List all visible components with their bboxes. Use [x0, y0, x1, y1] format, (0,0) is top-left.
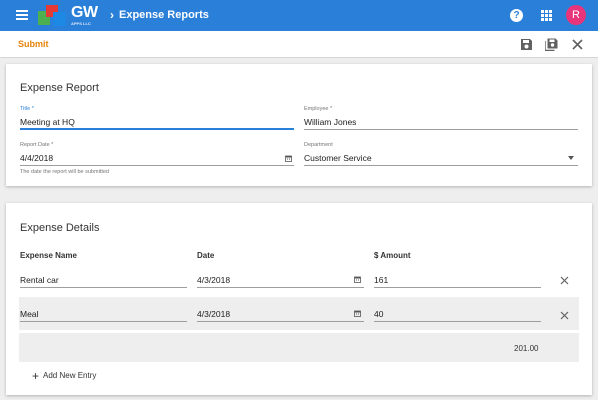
card-title: Expense Details — [20, 222, 100, 234]
department-field-label: Department — [304, 142, 333, 148]
save-icon[interactable] — [520, 38, 533, 51]
employee-field-label: Employee * — [304, 106, 333, 112]
calendar-icon[interactable] — [354, 310, 361, 317]
total-row — [19, 333, 579, 362]
logo-text: GW — [71, 4, 98, 21]
close-icon[interactable] — [571, 38, 584, 51]
expense-amount-input[interactable]: 161 — [374, 273, 541, 289]
employee-field-underline — [304, 129, 578, 130]
app-bar: GW APPS LLC › Expense Reports ? R — [0, 0, 598, 31]
expense-name-value: Meal — [20, 309, 39, 319]
toolbar: Submit — [0, 31, 598, 58]
expense-date-underline — [197, 287, 364, 288]
save-copy-icon[interactable] — [545, 38, 558, 51]
breadcrumb-chevron-icon: › — [110, 8, 114, 22]
expense-amount-underline — [374, 287, 541, 288]
column-header-amount: $ Amount — [374, 251, 411, 260]
title-field-label: Title * — [20, 106, 34, 112]
delete-row-icon[interactable] — [560, 276, 569, 285]
apps-grid-icon[interactable] — [541, 10, 552, 21]
expense-report-card: Expense Report Title * Meeting at HQ Emp… — [6, 64, 592, 186]
plus-icon: + — [32, 369, 40, 383]
title-field-underline — [20, 128, 294, 130]
expense-date-input[interactable]: 4/3/2018 — [197, 273, 364, 289]
add-entry-label: Add New Entry — [43, 371, 97, 380]
department-field-value: Customer Service — [304, 153, 372, 163]
expense-name-underline — [20, 287, 187, 288]
report-date-field[interactable]: Report Date * 4/4/2018 — [20, 142, 294, 167]
column-header-expense-name: Expense Name — [20, 251, 77, 260]
calendar-icon[interactable] — [285, 155, 292, 162]
expense-date-input[interactable]: 4/3/2018 — [197, 307, 364, 323]
report-date-field-value: 4/4/2018 — [20, 153, 54, 163]
add-entry-button[interactable]: + Add New Entry — [32, 369, 96, 383]
employee-field[interactable]: Employee * William Jones — [304, 106, 578, 131]
menu-icon[interactable] — [16, 10, 28, 20]
report-date-field-underline — [20, 165, 294, 166]
expense-amount-input[interactable]: 40 — [374, 307, 541, 323]
department-field-underline — [304, 165, 578, 166]
expense-details-card: Expense Details Expense Name Date $ Amou… — [6, 203, 592, 395]
breadcrumb-title[interactable]: Expense Reports — [119, 9, 209, 21]
expense-date-value: 4/3/2018 — [197, 275, 231, 285]
title-field[interactable]: Title * Meeting at HQ — [20, 106, 294, 131]
total-amount: 201.00 — [514, 344, 539, 353]
expense-amount-underline — [374, 321, 541, 322]
expense-date-underline — [197, 321, 364, 322]
logo-subtext: APPS LLC — [71, 21, 91, 26]
department-field[interactable]: Department Customer Service — [304, 142, 578, 167]
title-field-value: Meeting at HQ — [20, 117, 75, 127]
expense-amount-value: 161 — [374, 275, 389, 285]
card-title: Expense Report — [20, 82, 99, 94]
report-date-field-label: Report Date * — [20, 142, 54, 148]
gw-logo-icon — [38, 5, 66, 26]
delete-row-icon[interactable] — [560, 311, 569, 320]
expense-name-input[interactable]: Meal — [20, 307, 187, 323]
submit-button[interactable]: Submit — [18, 39, 49, 49]
employee-field-value: William Jones — [304, 117, 357, 127]
expense-name-value: Rental car — [20, 275, 59, 285]
expense-name-input[interactable]: Rental car — [20, 273, 187, 289]
column-header-date: Date — [197, 251, 215, 260]
expense-date-value: 4/3/2018 — [197, 309, 231, 319]
report-date-helper-text: The date the report will be submitted — [20, 169, 109, 175]
expense-amount-value: 40 — [374, 309, 384, 319]
expense-name-underline — [20, 321, 187, 322]
calendar-icon[interactable] — [354, 276, 361, 283]
chevron-down-icon[interactable] — [568, 156, 574, 160]
help-icon[interactable]: ? — [510, 9, 523, 22]
avatar[interactable]: R — [566, 5, 586, 25]
